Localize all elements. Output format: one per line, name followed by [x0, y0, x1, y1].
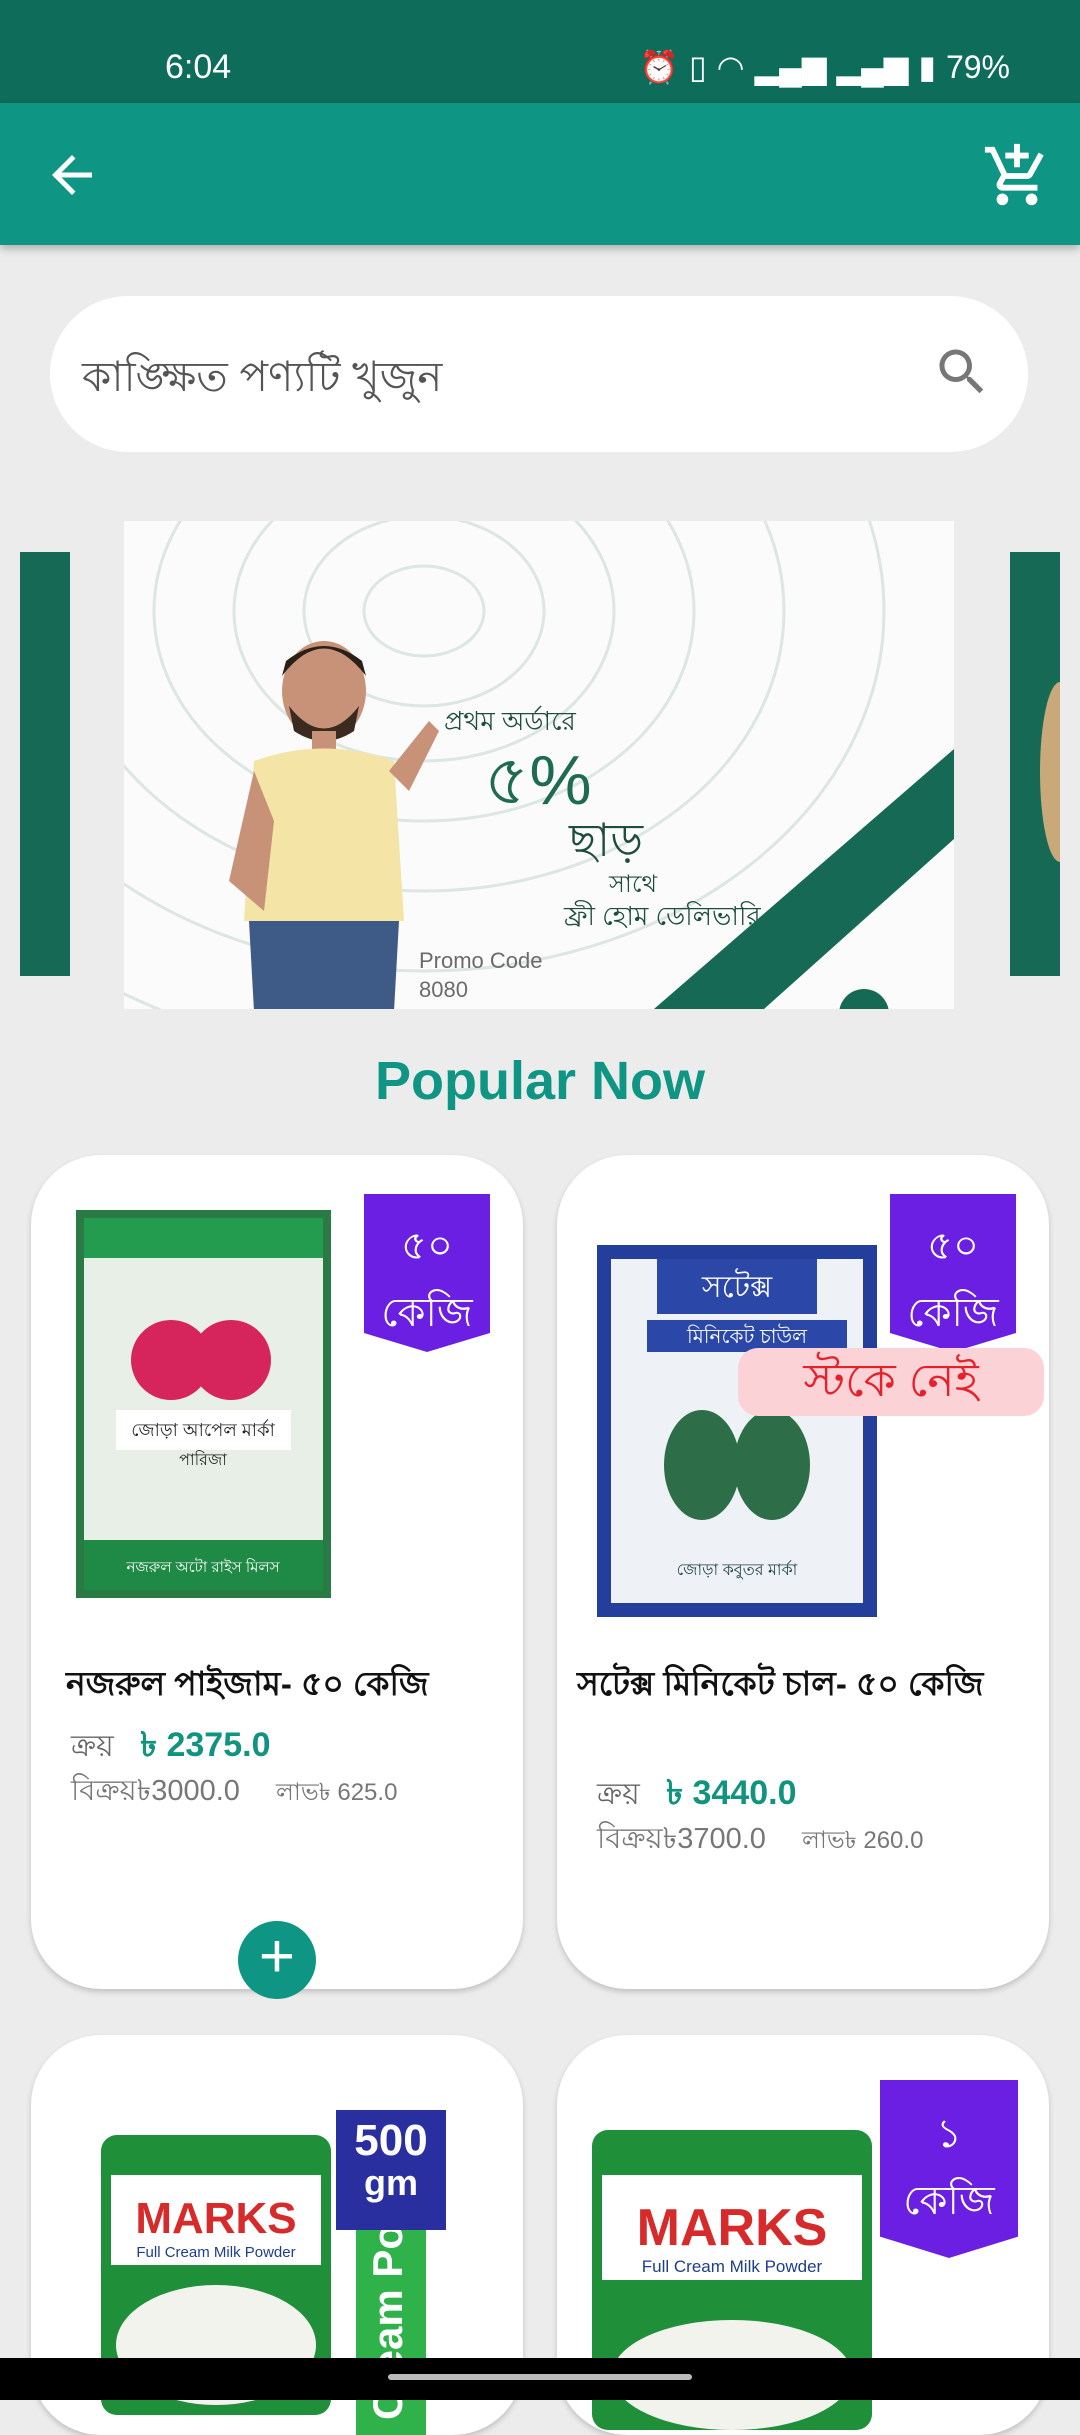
bag-type: পারিজা — [179, 1450, 227, 1469]
sell-price-row: বিক্রয়৳3000.0 লাভ৳ 625.0 — [71, 1768, 397, 1817]
product-name: নজরুল পাইজাম- ৫০ কেজি — [66, 1665, 429, 1702]
sell-label: বিক্রয় — [597, 1823, 663, 1855]
buy-label: ক্রয় — [71, 1730, 114, 1763]
wifi-icon: ◠ — [716, 49, 745, 85]
profit-value: ৳ 625.0 — [318, 1779, 398, 1806]
badge-qty: ১ — [936, 2112, 962, 2156]
sell-price: ৳3700.0 — [662, 1823, 766, 1855]
badge-unit: কেজি — [903, 2179, 995, 2223]
signal-icon: ▂▄▆ — [754, 49, 827, 85]
badge-qty: ৫০ — [401, 1224, 453, 1268]
battery-level: 79% — [945, 48, 1010, 85]
app-bar — [0, 103, 1080, 245]
section-title: Popular Now — [374, 1051, 705, 1111]
status-time: 6:04 — [165, 48, 232, 86]
buy-price: ৳ 3440.0 — [666, 1774, 797, 1812]
next-slide-image — [1040, 682, 1080, 862]
weight-badge: 500 gm — [336, 2110, 446, 2230]
banner-stripe — [654, 749, 954, 1009]
carousel-prev-slide[interactable] — [20, 552, 70, 976]
profit-value: ৳ 260.0 — [844, 1827, 924, 1854]
carousel-next-slide[interactable] — [1010, 552, 1080, 976]
bag-label: জোড়া আপেল মার্কা — [131, 1419, 275, 1440]
promo-code: Promo Code 8080 — [419, 946, 543, 1004]
promo-code-value: 8080 — [419, 977, 468, 1002]
search-input[interactable]: কাঙ্ক্ষিত পণ্যটি খুজুন — [82, 344, 442, 415]
bag-title: নজরুল অটো রাইস মিলস — [125, 1558, 280, 1576]
vibrate-icon: ▯ — [689, 49, 707, 85]
out-of-stock-badge: স্টকে নেই — [738, 1348, 1044, 1416]
bag-brand: জোড়া কবুতর মার্কা — [677, 1560, 798, 1579]
bag-brand: MARKS — [135, 2194, 296, 2243]
bag-sub: Full Cream Milk Powder — [642, 2257, 823, 2276]
system-nav-bar — [0, 2358, 1080, 2400]
product-name: সটেক্স মিনিকেট চাল- ৫০ কেজি — [577, 1665, 984, 1702]
badge-unit: gm — [364, 2162, 418, 2203]
person-illustration — [229, 641, 439, 1009]
sell-price-row: বিক্রয়৳3700.0 লাভ৳ 260.0 — [597, 1816, 923, 1865]
profit-label: লাভ — [802, 1827, 845, 1854]
alarm-icon: ⏰ — [639, 49, 680, 85]
status-icons: ⏰ ▯ ◠ ▂▄▆ ▂▄▆ ▮ 79% — [639, 48, 1010, 86]
bag-brand: MARKS — [637, 2199, 828, 2257]
weight-badge: ৫০ কেজি — [364, 1194, 490, 1352]
buy-label: ক্রয় — [597, 1778, 640, 1811]
badge-qty: 500 — [354, 2116, 428, 2165]
badge-unit: কেজি — [907, 1291, 999, 1335]
promo-banner[interactable]: প্রথম অর্ডারে ৫% ছাড় সাথে ফ্রী হোম ডেলি… — [124, 521, 954, 1009]
bag-sub: Full Cream Milk Powder — [136, 2244, 295, 2261]
back-arrow-icon[interactable] — [42, 145, 102, 205]
weight-badge: ৫০ কেজি — [890, 1194, 1016, 1352]
product-card[interactable]: জোড়া আপেল মার্কা পারিজা নজরুল অটো রাইস … — [31, 1155, 523, 1999]
badge-unit: কেজি — [381, 1291, 473, 1335]
search-bar[interactable]: কাঙ্ক্ষিত পণ্যটি খুজুন — [50, 296, 1028, 452]
product-side-panel: Cream Powder — [356, 2230, 426, 2435]
weight-badge: ১ কেজি — [880, 2080, 1018, 2258]
battery-icon: ▮ — [918, 49, 936, 85]
product-image: জোড়া আপেল মার্কা পারিজা নজরুল অটো রাইস … — [76, 1210, 331, 1598]
status-bar: 6:04 ⏰ ▯ ◠ ▂▄▆ ▂▄▆ ▮ 79% — [0, 0, 1080, 103]
buy-price: ৳ 2375.0 — [140, 1726, 271, 1764]
search-icon[interactable] — [932, 342, 992, 402]
badge-qty: ৫০ — [927, 1224, 979, 1268]
promo-code-label: Promo Code — [419, 948, 543, 973]
sell-price: ৳3000.0 — [136, 1775, 240, 1807]
bag-sub: মিনিকেট চাউল — [686, 1324, 808, 1348]
product-card[interactable]: সটেক্স মিনিকেট চাউল জোড়া কবুতর মার্কা ৫… — [557, 1155, 1049, 1989]
add-to-cart-icon[interactable] — [982, 141, 1052, 211]
home-gesture-handle[interactable] — [388, 2374, 692, 2380]
bag-title: সটেক্স — [701, 1268, 773, 1304]
signal-icon-2: ▂▄▆ — [836, 49, 909, 85]
product-image: সটেক্স মিনিকেট চাউল জোড়া কবুতর মার্কা — [597, 1245, 877, 1617]
add-to-cart-button[interactable]: + — [238, 1921, 316, 1999]
sell-label: বিক্রয় — [71, 1775, 137, 1807]
profit-label: লাভ — [276, 1779, 319, 1806]
